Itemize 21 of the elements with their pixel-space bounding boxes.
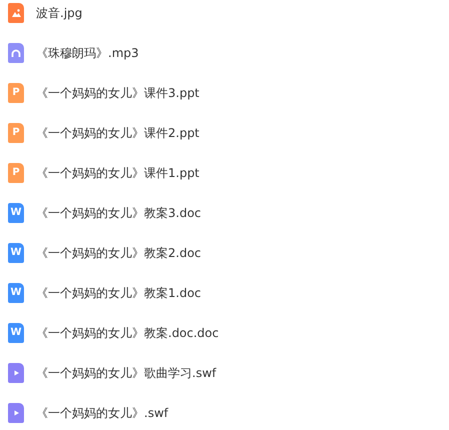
slides-file-icon: P [8,163,24,183]
file-name[interactable]: 波音.jpg [36,4,82,22]
file-name[interactable]: 《一个妈妈的女儿》.swf [36,404,168,422]
file-name[interactable]: 《一个妈妈的女儿》教案1.doc [36,284,202,302]
slides-file-icon: P [8,123,24,143]
slides-file-icon: P [8,83,24,103]
document-file-icon: W [8,203,24,223]
video-file-icon [8,363,24,383]
file-name[interactable]: 《珠穆朗玛》.mp3 [36,44,139,62]
file-name[interactable]: 《一个妈妈的女儿》歌曲学习.swf [36,364,216,382]
document-file-icon: W [8,243,24,263]
file-name[interactable]: 《一个妈妈的女儿》课件2.ppt [36,124,200,142]
image-file-icon [8,3,24,23]
file-name[interactable]: 《一个妈妈的女儿》课件3.ppt [36,84,200,102]
document-file-icon: W [8,283,24,303]
file-name[interactable]: 《一个妈妈的女儿》教案.doc.doc [36,324,219,342]
file-name[interactable]: 《一个妈妈的女儿》课件1.ppt [36,164,200,182]
video-file-icon [8,403,24,423]
file-name[interactable]: 《一个妈妈的女儿》教案3.doc [36,204,202,222]
file-name[interactable]: 《一个妈妈的女儿》教案2.doc [36,244,202,262]
document-file-icon: W [8,323,24,343]
